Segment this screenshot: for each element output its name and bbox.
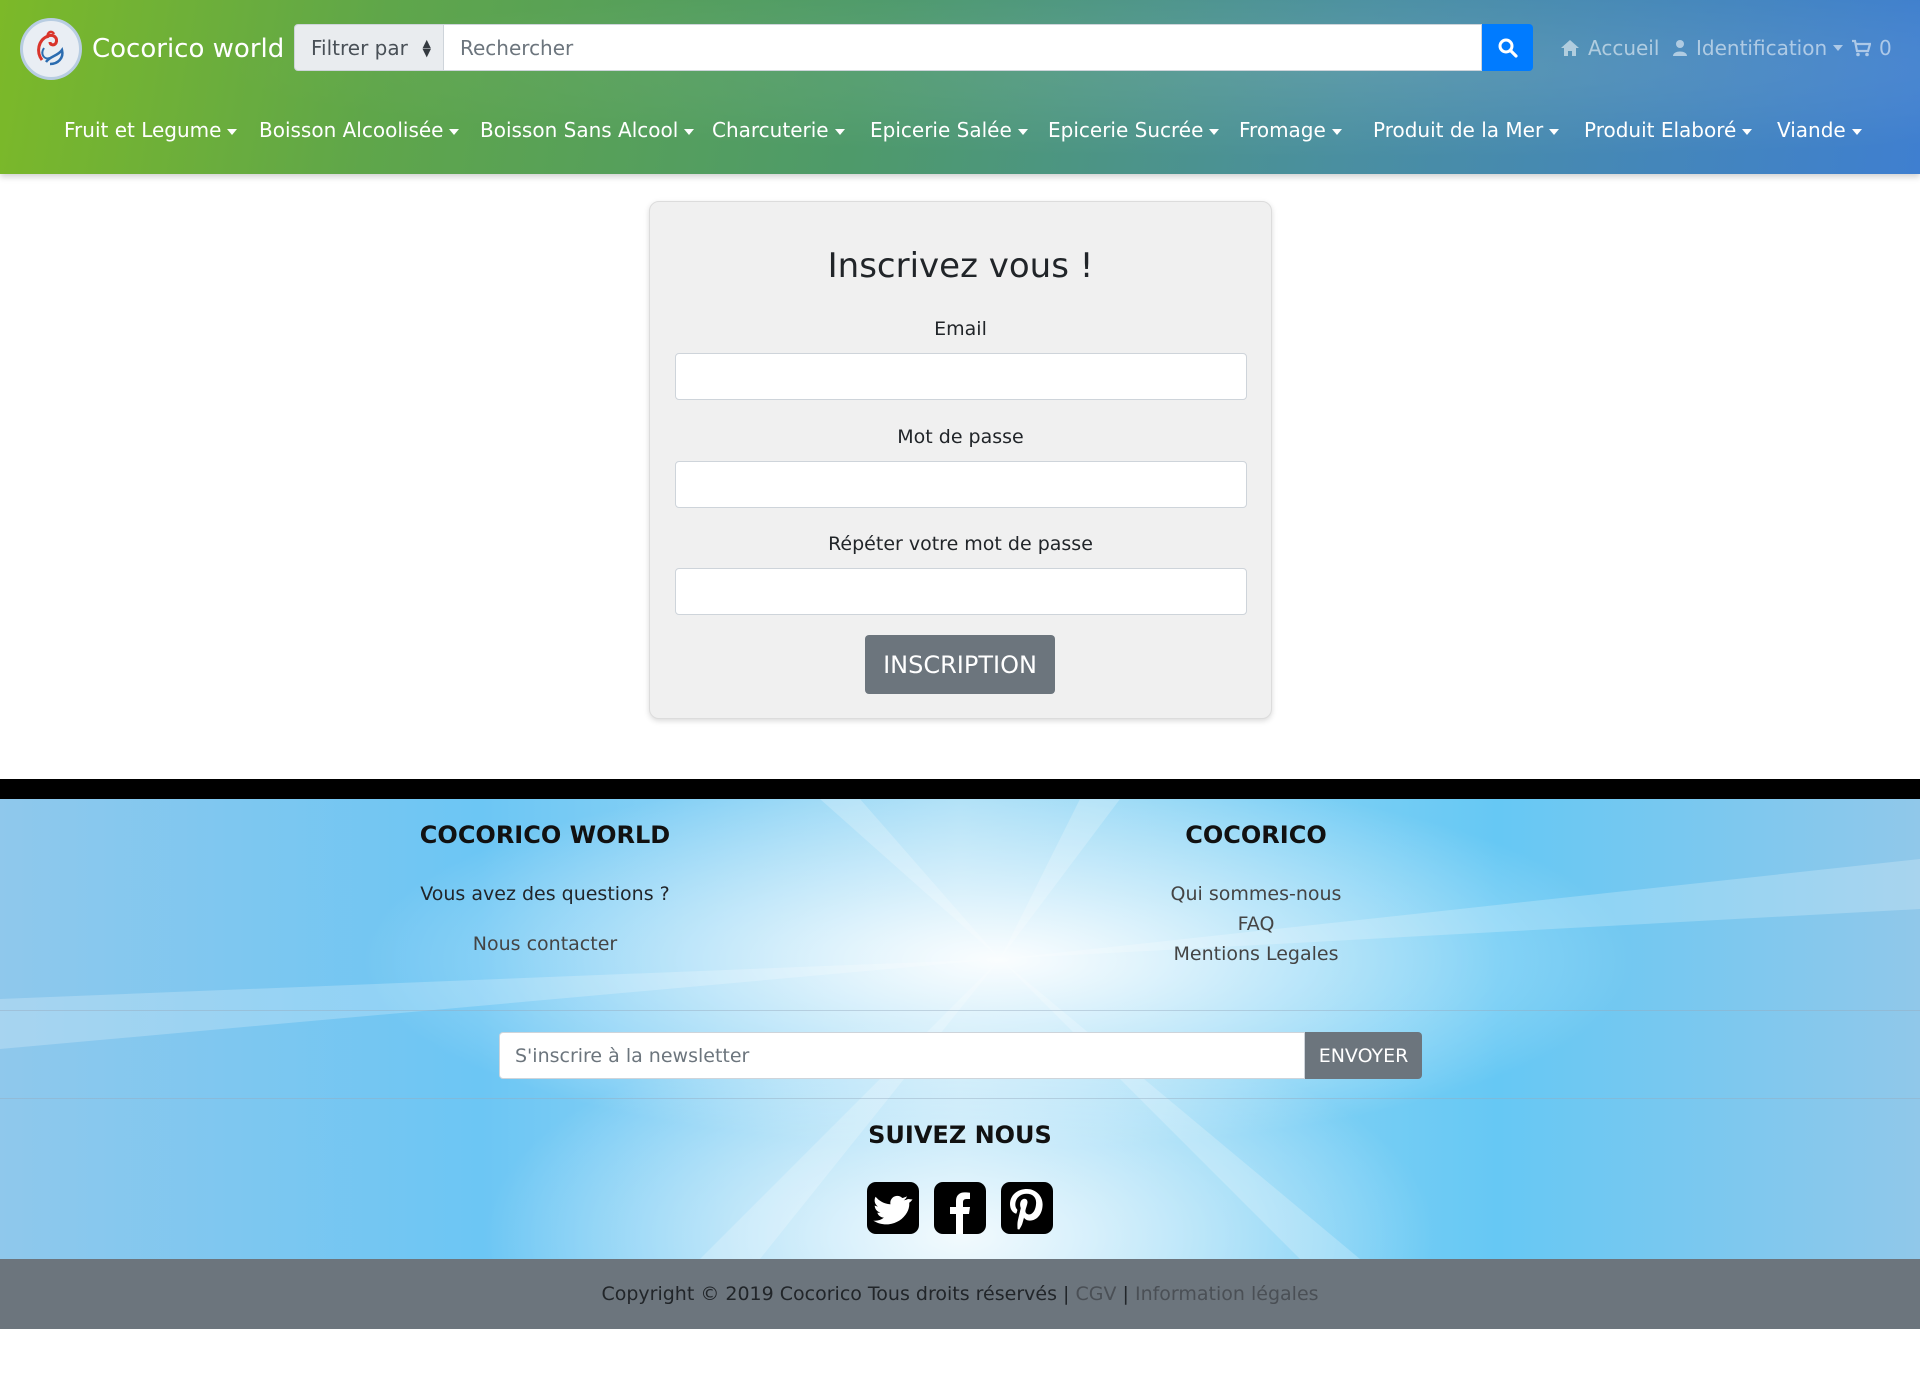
copyright-bar: Copyright © 2019 Cocorico Tous droits ré… (0, 1259, 1920, 1329)
inscription-button[interactable]: INSCRIPTION (865, 635, 1055, 694)
chevron-down-icon (1742, 128, 1753, 135)
cgv-link[interactable]: CGV (1075, 1283, 1116, 1305)
filter-select[interactable]: Filtrer par ▲ ▼ (294, 24, 444, 71)
search-input[interactable] (444, 24, 1482, 71)
chevron-down-icon (449, 128, 460, 135)
cart-icon (1851, 39, 1871, 57)
category-fruit-legume[interactable]: Fruit et Legume (64, 118, 238, 142)
chevron-down-icon (684, 128, 695, 135)
brand[interactable]: Cocorico world (20, 18, 284, 80)
repeat-password-field[interactable] (675, 568, 1247, 615)
home-icon (1560, 39, 1580, 57)
rooster-logo-icon (20, 18, 82, 80)
password-field[interactable] (675, 461, 1247, 508)
twitter-icon[interactable] (867, 1182, 919, 1234)
pinterest-icon[interactable] (1001, 1182, 1053, 1234)
category-nav: Fruit et Legume Boisson Alcoolisée Boiss… (0, 108, 1920, 152)
search-icon (1498, 38, 1518, 58)
nav-login-dropdown[interactable]: Identification (1672, 24, 1844, 71)
search-button[interactable] (1482, 24, 1533, 71)
chevron-down-icon (1017, 128, 1028, 135)
signup-card: Inscrivez vous ! Email Mot de passe Répé… (649, 201, 1272, 719)
category-viande[interactable]: Viande (1777, 118, 1862, 142)
footer-about-link[interactable]: Qui sommes-nous (1106, 883, 1406, 905)
nav-home-link[interactable]: Accueil (1560, 24, 1659, 71)
legal-info-link[interactable]: Information légales (1135, 1283, 1319, 1305)
chevron-down-icon (1851, 128, 1862, 135)
copyright-text: Copyright © 2019 Cocorico Tous droits ré… (601, 1283, 1070, 1305)
footer-follow-heading: SUIVEZ NOUS (868, 1121, 1052, 1149)
email-field[interactable] (675, 353, 1247, 400)
email-label: Email (934, 318, 987, 340)
footer-divider (0, 1098, 1920, 1099)
category-boisson-sans-alcool[interactable]: Boisson Sans Alcool (480, 118, 695, 142)
signup-title: Inscrivez vous ! (827, 246, 1094, 286)
category-produit-mer[interactable]: Produit de la Mer (1373, 118, 1560, 142)
copyright-separator: | (1122, 1283, 1129, 1305)
brand-name: Cocorico world (92, 34, 285, 64)
newsletter-submit-button[interactable]: ENVOYER (1305, 1032, 1422, 1079)
footer-top-bar (0, 779, 1920, 799)
category-charcuterie[interactable]: Charcuterie (712, 118, 845, 142)
chevron-down-icon (1833, 44, 1844, 51)
footer-faq-link[interactable]: FAQ (1106, 913, 1406, 935)
cart-count: 0 (1879, 35, 1892, 60)
chevron-down-icon (834, 128, 845, 135)
category-produit-elabore[interactable]: Produit Elaboré (1584, 118, 1753, 142)
footer-divider (0, 1010, 1920, 1011)
footer-mentions-link[interactable]: Mentions Legales (1106, 943, 1406, 965)
nav-login-label: Identification (1696, 35, 1828, 60)
chevron-down-icon (227, 128, 238, 135)
footer-heading-cocorico: COCORICO (1185, 821, 1327, 849)
facebook-icon[interactable] (934, 1182, 986, 1234)
nav-cart-link[interactable]: 0 (1851, 24, 1892, 71)
header: Cocorico world Filtrer par ▲▼ Accueil Id… (0, 0, 1920, 174)
category-epicerie-salee[interactable]: Epicerie Salée (870, 118, 1028, 142)
footer-heading-cocorico-world: COCORICO WORLD (419, 821, 671, 849)
password-label: Mot de passe (897, 426, 1024, 448)
category-fromage[interactable]: Fromage (1239, 118, 1342, 142)
nav-home-label: Accueil (1588, 35, 1660, 60)
sort-arrows-icon: ▲ ▼ (422, 37, 431, 59)
category-epicerie-sucree[interactable]: Epicerie Sucrée (1048, 118, 1220, 142)
category-boisson-alcoolisee[interactable]: Boisson Alcoolisée (259, 118, 460, 142)
chevron-down-icon (1331, 128, 1342, 135)
footer-questions-text: Vous avez des questions ? (420, 883, 670, 905)
user-icon (1672, 39, 1688, 57)
chevron-down-icon (1549, 128, 1560, 135)
repeat-password-label: Répéter votre mot de passe (828, 533, 1093, 555)
newsletter-input[interactable] (499, 1032, 1305, 1079)
chevron-down-icon (1209, 128, 1220, 135)
footer-contact-link[interactable]: Nous contacter (400, 933, 690, 955)
filter-select-label: Filtrer par (311, 35, 408, 60)
footer: COCORICO WORLD Vous avez des questions ?… (0, 799, 1920, 1259)
